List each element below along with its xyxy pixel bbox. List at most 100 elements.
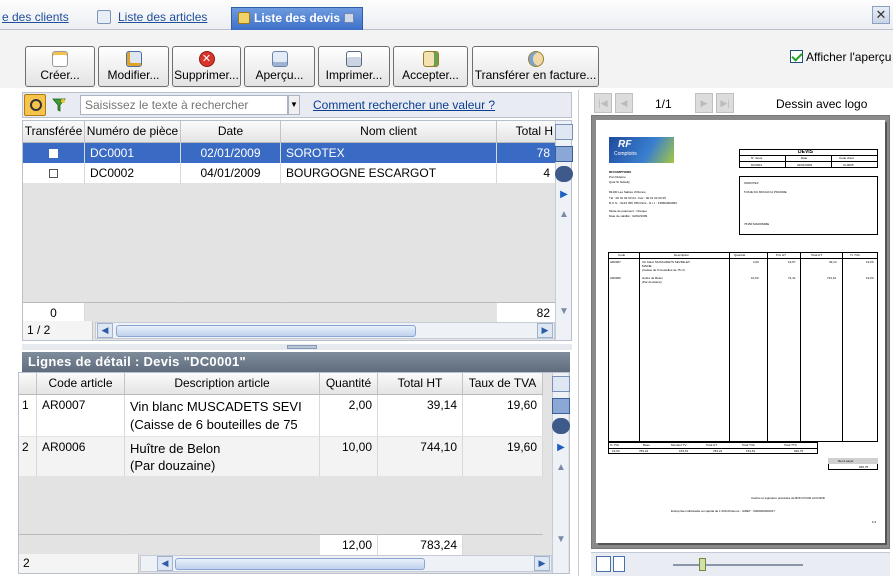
detail-horizontal-scrollbar[interactable]: ◀ ▶ <box>140 555 552 572</box>
table-row-client-cell[interactable]: BOURGOGNE ESCARGOT <box>281 163 497 184</box>
tab-close-icon[interactable] <box>344 13 355 23</box>
previous-page-icon[interactable]: ◀ <box>615 93 633 113</box>
scroll-down-icon[interactable]: ▼ <box>555 306 573 322</box>
tab-articles[interactable]: Liste des articles <box>118 8 207 30</box>
scroll-left-icon[interactable]: ◀ <box>157 556 173 571</box>
search-history-dropdown[interactable]: ▼ <box>288 95 300 115</box>
column-header-description[interactable]: Description article <box>125 373 320 395</box>
column-header-date[interactable]: Date <box>181 121 281 143</box>
expand-right-icon[interactable]: ▶ <box>555 189 573 205</box>
doc-text: Port Diderne <box>609 175 626 179</box>
create-button-label: Créer... <box>40 68 80 82</box>
splitter-grip-icon[interactable] <box>287 345 317 349</box>
footer-cell <box>19 534 125 536</box>
first-page-icon[interactable]: |◀ <box>594 93 612 113</box>
delete-button[interactable]: ✕ Supprimer... <box>172 46 241 87</box>
column-header-number[interactable]: Numéro de pièce <box>85 121 181 143</box>
table-row-date-cell[interactable]: 04/01/2009 <box>181 163 281 184</box>
transfer-button-label: Transférer en facture... <box>474 68 597 82</box>
table-row-code-cell[interactable]: AR0006 <box>37 437 125 477</box>
splitter[interactable] <box>22 344 572 350</box>
doc-text: 5 RUE DU MOULIN A POUDRE <box>744 190 787 194</box>
expand-right-icon[interactable]: ▶ <box>552 442 570 458</box>
column-header-quantity[interactable]: Quantité <box>320 373 378 395</box>
tab-clients[interactable]: e des clients <box>2 8 69 30</box>
transferred-checkbox[interactable] <box>49 149 58 158</box>
doc-text: N° devis <box>751 156 763 160</box>
edit-button[interactable]: Modifier... <box>98 46 169 87</box>
transfer-icon <box>527 51 544 67</box>
table-row-code-cell[interactable]: AR0007 <box>37 395 125 437</box>
close-window-button[interactable]: ✕ <box>872 6 890 24</box>
filter-icon[interactable] <box>51 97 67 113</box>
column-header-client[interactable]: Nom client <box>281 121 497 143</box>
export-icon[interactable] <box>555 146 573 162</box>
doc-text: (Caisse de 6 bouteilles de 75 cl) <box>642 268 685 272</box>
doc-text: Date de validité : 02/02/2009 <box>609 214 648 218</box>
detail-lines-title: Lignes de détail : Devis "DC0001" <box>22 352 570 372</box>
table-row-total-cell[interactable]: 744,10 <box>378 437 463 477</box>
search-help-link[interactable]: Comment rechercher une valeur ? <box>313 98 495 112</box>
tab-quotes[interactable]: Liste des devis <box>231 7 364 30</box>
fit-page-icon[interactable] <box>613 556 625 572</box>
table-row-number-cell[interactable]: DC0001 <box>85 143 181 164</box>
last-page-icon[interactable]: ▶| <box>716 93 734 113</box>
preview-icon <box>271 51 288 67</box>
column-header-code[interactable]: Code article <box>37 373 125 395</box>
document-preview[interactable]: RF Comptoirs DEVIS N° devis Date Code cl… <box>596 120 885 543</box>
table-row-quantity-cell[interactable]: 10,00 <box>320 437 378 477</box>
doc-text: Mode de paiement : Chèque <box>609 209 647 213</box>
table-row-description-cell[interactable]: Huître de Belon (Par douzaine) <box>125 437 320 477</box>
scroll-down-icon[interactable]: ▼ <box>552 534 570 550</box>
next-page-icon[interactable]: ▶ <box>695 93 713 113</box>
column-settings-icon[interactable] <box>555 124 573 140</box>
table-row-date-cell[interactable]: 02/01/2009 <box>181 143 281 164</box>
scroll-left-icon[interactable]: ◀ <box>97 323 113 338</box>
column-settings-icon[interactable] <box>552 376 570 392</box>
scroll-up-icon[interactable]: ▲ <box>555 209 573 225</box>
table-row-transferred-cell[interactable] <box>23 143 85 164</box>
print-button[interactable]: Imprimer... <box>318 46 390 87</box>
scrollbar-thumb[interactable] <box>116 325 416 337</box>
table-row-total-cell[interactable]: 4 <box>497 163 556 184</box>
checkbox-checked-icon[interactable] <box>790 50 803 63</box>
column-header-vat-rate[interactable]: Taux de TVA <box>463 373 543 395</box>
doc-text: 19,60 <box>866 260 874 264</box>
detail-total-footer: 783,24 <box>378 534 463 556</box>
table-row-transferred-cell[interactable] <box>23 163 85 184</box>
transferred-checkbox[interactable] <box>49 169 58 178</box>
database-icon[interactable] <box>555 166 573 182</box>
search-icon[interactable] <box>24 94 46 116</box>
transfer-to-invoice-button[interactable]: Transférer en facture... <box>472 46 599 87</box>
fit-width-icon[interactable] <box>596 556 611 572</box>
preview-button[interactable]: Aperçu... <box>244 46 315 87</box>
create-button[interactable]: Créer... <box>25 46 95 87</box>
doc-text: Prix HT <box>776 253 786 257</box>
table-row-description-cell[interactable]: Vin blanc MUSCADETS SEVI (Caisse de 6 bo… <box>125 395 320 437</box>
table-row-quantity-cell[interactable]: 2,00 <box>320 395 378 437</box>
table-row-number-cell[interactable]: DC0002 <box>85 163 181 184</box>
zoom-slider-thumb[interactable] <box>699 558 706 571</box>
table-row-vat-cell[interactable]: 19,60 <box>463 395 543 437</box>
column-header-total-ht[interactable]: Total HT <box>378 373 463 395</box>
show-preview-checkbox[interactable]: Afficher l'aperçu <box>790 50 891 64</box>
table-row-total-cell[interactable]: 39,14 <box>378 395 463 437</box>
search-input[interactable] <box>80 95 288 115</box>
scroll-right-icon[interactable]: ▶ <box>534 556 550 571</box>
doc-text: Code <box>618 253 626 257</box>
export-icon[interactable] <box>552 398 570 414</box>
table-row-client-cell[interactable]: SOROTEX <box>281 143 497 164</box>
accept-button[interactable]: Accepter... <box>393 46 468 87</box>
scroll-right-icon[interactable]: ▶ <box>537 323 553 338</box>
column-header-total[interactable]: Total H <box>497 121 556 143</box>
table-row-total-cell[interactable]: 78 <box>497 143 556 164</box>
edit-icon <box>125 51 142 67</box>
quotes-horizontal-scrollbar[interactable]: ◀ ▶ <box>95 322 555 339</box>
zoom-slider-track[interactable] <box>673 564 803 566</box>
database-icon[interactable] <box>552 418 570 434</box>
scrollbar-thumb[interactable] <box>175 558 425 570</box>
doc-text: Cachet et signature précédés de BON POUR… <box>751 496 825 500</box>
column-header-transferred[interactable]: Transférée <box>23 121 85 143</box>
scroll-up-icon[interactable]: ▲ <box>552 462 570 478</box>
table-row-vat-cell[interactable]: 19,60 <box>463 437 543 477</box>
